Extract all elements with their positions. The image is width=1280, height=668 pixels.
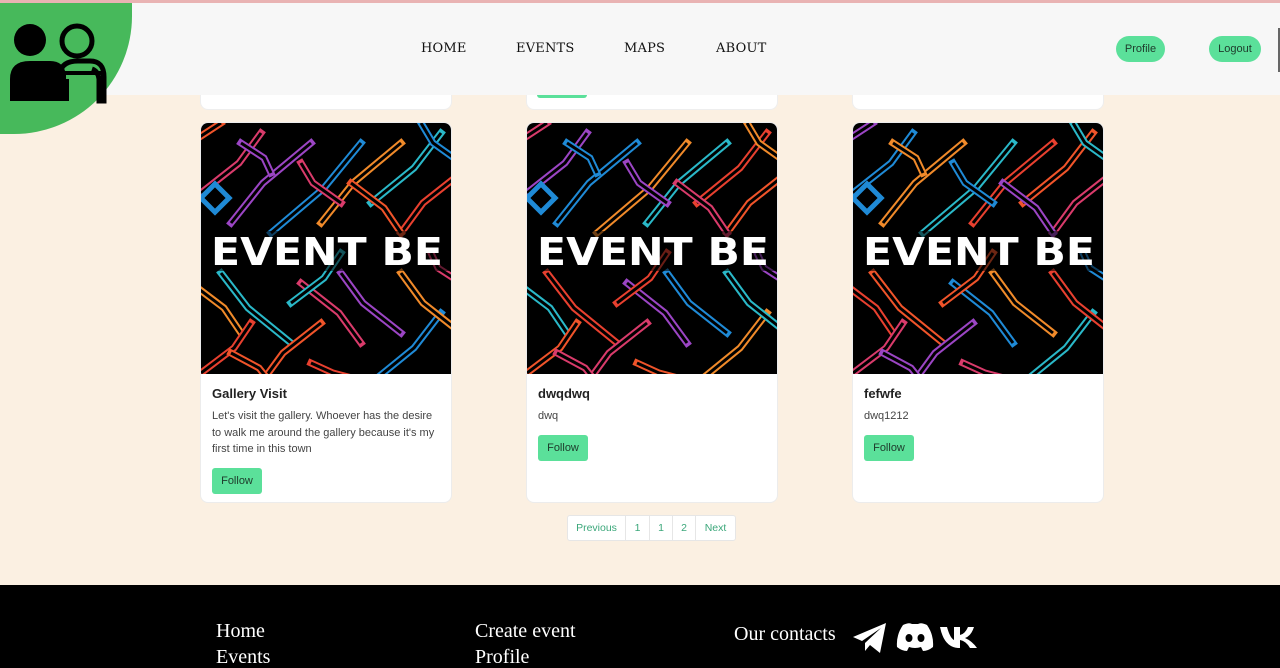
contacts-label: Our contacts <box>734 623 836 645</box>
pagination-page[interactable]: 1 <box>650 516 673 540</box>
event-banner-image: EVENT BE <box>853 123 1103 374</box>
event-description: dwq1212 <box>864 410 909 422</box>
banner-text: EVENT BE <box>537 230 769 274</box>
site-logo[interactable] <box>0 3 132 134</box>
banner-stripe <box>201 123 226 141</box>
nav-maps[interactable]: MAPS <box>624 41 665 56</box>
event-banner-image: EVENT BE <box>201 123 451 374</box>
pagination-previous[interactable]: Previous <box>568 516 626 540</box>
event-card: EVENT BE Gallery Visit Let's visit the g… <box>200 122 452 503</box>
discord-icon[interactable] <box>895 622 935 652</box>
banner-stripe <box>853 123 878 141</box>
banner-stripe <box>216 268 296 348</box>
users-logo-icon <box>10 23 107 104</box>
nav-home[interactable]: HOME <box>421 41 467 56</box>
profile-button[interactable]: Profile <box>1116 36 1165 62</box>
vk-icon[interactable] <box>939 625 979 649</box>
footer-link-profile[interactable]: Profile <box>475 646 529 668</box>
event-description: Let's visit the gallery. Whoever has the… <box>212 410 435 455</box>
footer-link-create-event[interactable]: Create event <box>475 620 576 643</box>
banner-text: EVENT BE <box>863 230 1095 274</box>
footer: Home Events Create event Profile Our con… <box>0 585 1280 668</box>
banner-stripe <box>542 268 622 348</box>
follow-button[interactable]: Follow <box>538 434 588 461</box>
nav-about[interactable]: ABOUT <box>716 41 766 56</box>
event-title: dwqdwq <box>538 386 590 401</box>
event-description: dwq <box>538 410 559 422</box>
pagination-page[interactable]: 2 <box>673 516 696 540</box>
event-card: EVENT BE dwqdwq dwq Follow <box>526 122 778 503</box>
event-title: fefwfe <box>864 386 902 401</box>
footer-link-home[interactable]: Home <box>216 620 265 643</box>
telegram-icon[interactable] <box>851 619 889 657</box>
logout-button[interactable]: Logout <box>1209 36 1261 62</box>
banner-text: EVENT BE <box>211 230 443 274</box>
event-title: Gallery Visit <box>212 386 287 401</box>
follow-button[interactable]: Follow <box>212 467 262 494</box>
pagination-page[interactable]: 1 <box>626 516 650 540</box>
banner-stripe <box>527 123 552 141</box>
pagination: Previous 1 1 2 Next <box>567 515 736 541</box>
banner-stripe <box>1028 308 1098 374</box>
event-card: EVENT BE fefwfe dwq1212 Follow <box>852 122 1104 503</box>
banner-stripe <box>868 268 948 348</box>
follow-button[interactable]: Follow <box>864 434 914 461</box>
banner-stripe <box>702 308 772 374</box>
nav-events[interactable]: EVENTS <box>516 41 575 56</box>
footer-link-events[interactable]: Events <box>216 646 270 668</box>
banner-stripe <box>376 308 446 374</box>
event-banner-image: EVENT BE <box>527 123 777 374</box>
pagination-next[interactable]: Next <box>696 516 735 540</box>
